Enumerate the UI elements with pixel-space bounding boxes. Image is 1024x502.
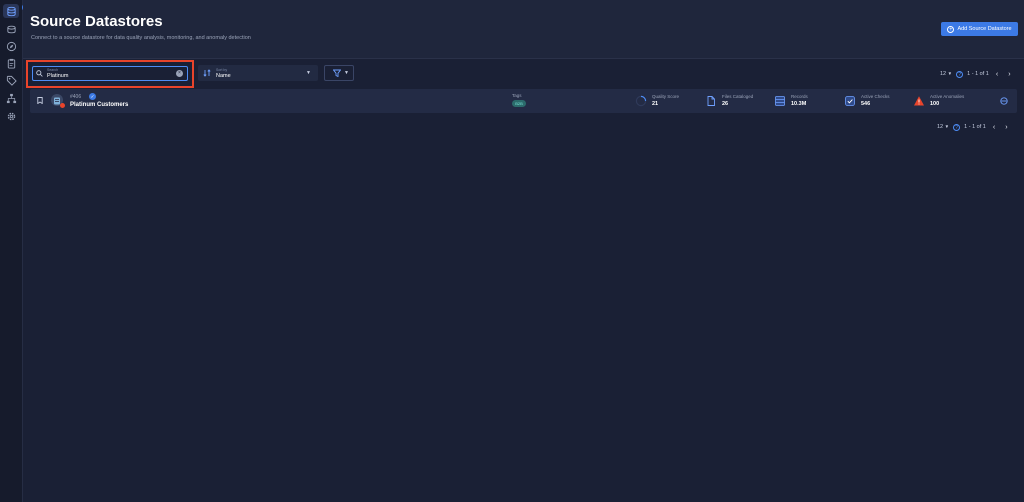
- verified-icon: ✓: [89, 93, 96, 100]
- search-icon: [36, 70, 43, 77]
- sidebar: [0, 0, 23, 502]
- page-subtitle: Connect to a source datastore for data q…: [31, 35, 251, 41]
- active-anomalies-label: Active Anomalies: [930, 94, 965, 99]
- sidebar-item-tags[interactable]: [5, 74, 17, 86]
- sort-by-label: Sort by: [216, 68, 228, 72]
- tags-label: Tags: [512, 93, 522, 98]
- active-checks-metric: Active Checks 546: [844, 89, 910, 113]
- sidebar-item-settings[interactable]: [5, 110, 17, 122]
- filter-icon: [333, 69, 341, 77]
- sidebar-item-explore[interactable]: [5, 40, 17, 52]
- page-header: Source Datastores Connect to a source da…: [23, 0, 1024, 59]
- tag-icon: [6, 75, 17, 86]
- warning-icon: [914, 96, 924, 106]
- active-anomalies-value: 100: [930, 101, 940, 107]
- records-label: Records: [791, 94, 808, 99]
- quality-score-value: 21: [652, 101, 659, 107]
- sort-by-select[interactable]: Sort by Name ▼: [198, 65, 318, 81]
- plus-circle-icon: +: [947, 25, 955, 33]
- files-cataloged-label: Files Cataloged: [722, 94, 754, 99]
- bookmark-icon[interactable]: [37, 97, 43, 104]
- sidebar-item-enrichment[interactable]: [5, 23, 17, 35]
- file-icon: [707, 96, 715, 106]
- records-metric: Records 10.3M: [774, 89, 840, 113]
- records-value: 10.3M: [791, 101, 807, 107]
- pagination-bottom: 12 ▼ ? 1 - 1 of 1 ‹ ›: [937, 122, 1011, 132]
- next-page-icon[interactable]: ›: [1002, 124, 1010, 131]
- search-input[interactable]: [47, 73, 167, 79]
- datastore-name[interactable]: Platinum Customers: [70, 102, 128, 108]
- database-icon: [6, 6, 16, 16]
- per-page-select[interactable]: 12 ▼: [937, 124, 949, 130]
- active-checks-label: Active Checks: [861, 94, 890, 99]
- sidebar-item-source-datastores[interactable]: [5, 5, 17, 17]
- add-source-datastore-button[interactable]: + Add Source Datastore: [941, 22, 1018, 36]
- compass-icon: [6, 41, 16, 51]
- sort-by-value: Name: [216, 73, 231, 79]
- caret-down-icon: ▼: [947, 71, 953, 76]
- table-icon: [775, 96, 785, 106]
- status-dot: [60, 103, 65, 108]
- caret-down-icon: ▼: [944, 124, 950, 129]
- quality-score-metric: Quality Score 21: [635, 89, 705, 113]
- pagination-top: 12 ▼ ? 1 - 1 of 1 ‹ ›: [940, 69, 1014, 79]
- next-page-icon[interactable]: ›: [1005, 71, 1013, 78]
- quality-score-ring-icon: [635, 95, 647, 107]
- page-range: 1 - 1 of 1: [964, 124, 986, 130]
- active-anomalies-metric: Active Anomalies 100: [913, 89, 993, 113]
- page-title: Source Datastores: [30, 13, 163, 30]
- hierarchy-icon: [6, 93, 16, 103]
- files-cataloged-value: 26: [722, 101, 729, 107]
- datastore-settings-icon[interactable]: [1000, 97, 1008, 105]
- filter-button[interactable]: ▼: [324, 65, 354, 81]
- search-label: Search: [47, 68, 59, 72]
- datastore-row[interactable]: #406 ✓ Platinum Customers Tags B2B Quali…: [30, 89, 1017, 113]
- per-page-value: 12: [940, 71, 947, 77]
- per-page-select[interactable]: 12 ▼: [940, 71, 952, 77]
- clear-search-icon[interactable]: ×: [176, 70, 183, 77]
- quality-score-label: Quality Score: [652, 94, 680, 99]
- tag-chip[interactable]: B2B: [512, 100, 526, 107]
- gear-icon: [7, 112, 15, 120]
- search-field[interactable]: Search ×: [32, 66, 188, 81]
- prev-page-icon[interactable]: ‹: [990, 124, 998, 131]
- per-page-value: 12: [937, 124, 944, 130]
- help-icon[interactable]: ?: [956, 70, 964, 78]
- clipboard-icon: [7, 58, 15, 69]
- active-checks-value: 546: [861, 101, 871, 107]
- layers-icon: [6, 25, 16, 33]
- checks-icon: [845, 96, 855, 106]
- sort-icon: [203, 69, 211, 77]
- sidebar-item-flows[interactable]: [5, 92, 17, 104]
- prev-page-icon[interactable]: ‹: [993, 71, 1001, 78]
- help-icon[interactable]: ?: [953, 123, 961, 131]
- add-source-datastore-label: Add Source Datastore: [957, 26, 1012, 32]
- caret-down-icon: ▼: [306, 70, 311, 76]
- page-range: 1 - 1 of 1: [967, 71, 989, 77]
- caret-down-icon: ▼: [344, 70, 349, 76]
- files-cataloged-metric: Files Cataloged 26: [705, 89, 775, 113]
- datastore-id: #406: [70, 94, 82, 100]
- sidebar-item-library[interactable]: [5, 57, 17, 69]
